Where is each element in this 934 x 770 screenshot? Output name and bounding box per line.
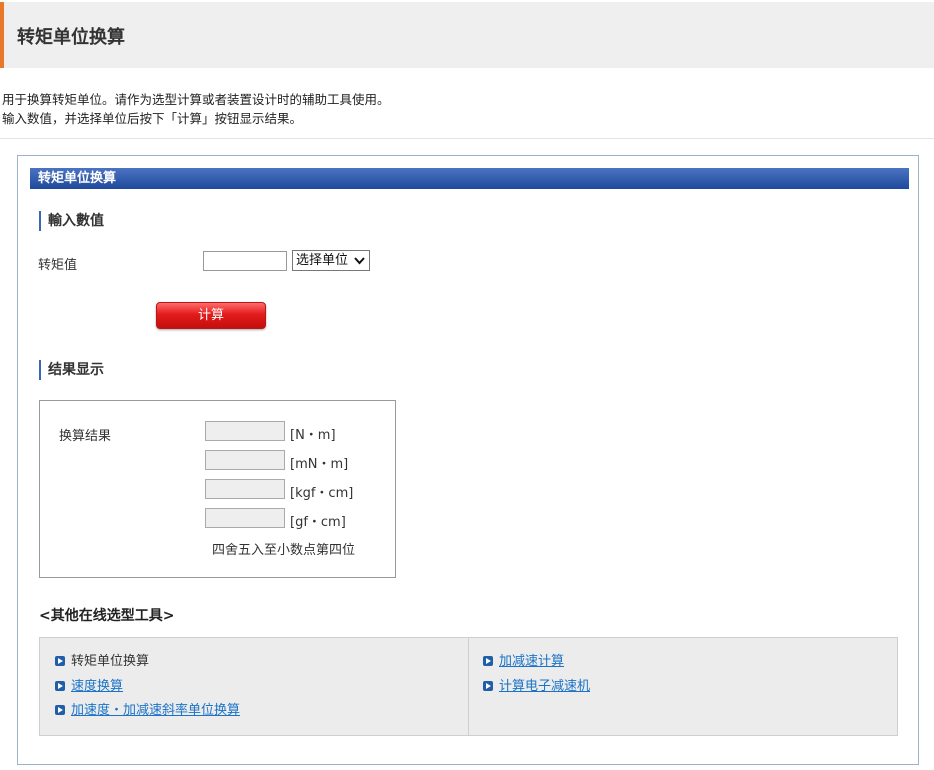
intro-line-2: 输入数值，并选择单位后按下「计算」按钮显示结果。 bbox=[2, 111, 303, 126]
unit-select[interactable]: 选择单位 bbox=[292, 250, 370, 271]
unit-select-value: 选择单位 bbox=[296, 253, 349, 268]
torque-label: 转矩值 bbox=[38, 258, 78, 273]
unit-mnm: [mN・m] bbox=[290, 457, 349, 472]
unit-kgfcm: [kgf・cm] bbox=[290, 486, 354, 501]
electronic-reducer-link[interactable]: 计算电子减速机 bbox=[499, 679, 590, 694]
arrow-bullet-icon bbox=[55, 705, 65, 715]
tool-title-bar: 转矩单位换算 bbox=[30, 168, 909, 189]
arrow-bullet-icon bbox=[55, 656, 65, 666]
calculate-button[interactable]: 计算 bbox=[156, 302, 266, 329]
tool-link-accel-decel[interactable]: 加减速计算 bbox=[483, 654, 564, 670]
torque-input[interactable] bbox=[203, 251, 287, 271]
page-header: 转矩单位换算 bbox=[0, 2, 934, 68]
speed-conversion-link[interactable]: 速度换算 bbox=[71, 679, 123, 694]
acceleration-conversion-link[interactable]: 加速度・加减速斜率单位换算 bbox=[71, 703, 240, 718]
arrow-bullet-icon bbox=[55, 681, 65, 691]
result-field-kgfcm bbox=[205, 479, 285, 499]
page-title: 转矩单位换算 bbox=[17, 27, 125, 48]
rounding-note: 四舍五入至小数点第四位 bbox=[212, 543, 356, 558]
tool-link-speed[interactable]: 速度换算 bbox=[55, 679, 123, 695]
tool-link-torque-current: 转矩单位换算 bbox=[55, 654, 149, 670]
result-label: 换算结果 bbox=[59, 429, 112, 444]
result-field-gfcm bbox=[205, 508, 285, 528]
result-field-mnm bbox=[205, 450, 285, 470]
accel-decel-calc-link[interactable]: 加减速计算 bbox=[499, 654, 564, 669]
arrow-bullet-icon bbox=[483, 681, 493, 691]
result-section-heading: 结果显示 bbox=[39, 360, 104, 380]
chevron-down-icon bbox=[354, 257, 365, 265]
arrow-bullet-icon bbox=[483, 656, 493, 666]
result-field-nm bbox=[205, 421, 285, 441]
tool-link-electronic-gear[interactable]: 计算电子减速机 bbox=[483, 679, 590, 695]
links-divider bbox=[468, 637, 469, 736]
unit-gfcm: [gf・cm] bbox=[290, 515, 346, 530]
input-section-heading: 輸入數值 bbox=[39, 211, 104, 231]
intro-text: 用于换算转矩单位。请作为选型计算或者装置设计时的辅助工具使用。 输入数值，并选择… bbox=[2, 90, 390, 128]
unit-nm: [N・m] bbox=[290, 428, 336, 443]
intro-line-1: 用于换算转矩单位。请作为选型计算或者装置设计时的辅助工具使用。 bbox=[2, 92, 390, 107]
tool-link-acceleration[interactable]: 加速度・加减速斜率单位换算 bbox=[55, 703, 240, 719]
other-tools-title: <其他在线选型工具> bbox=[39, 608, 175, 624]
divider bbox=[0, 138, 934, 139]
